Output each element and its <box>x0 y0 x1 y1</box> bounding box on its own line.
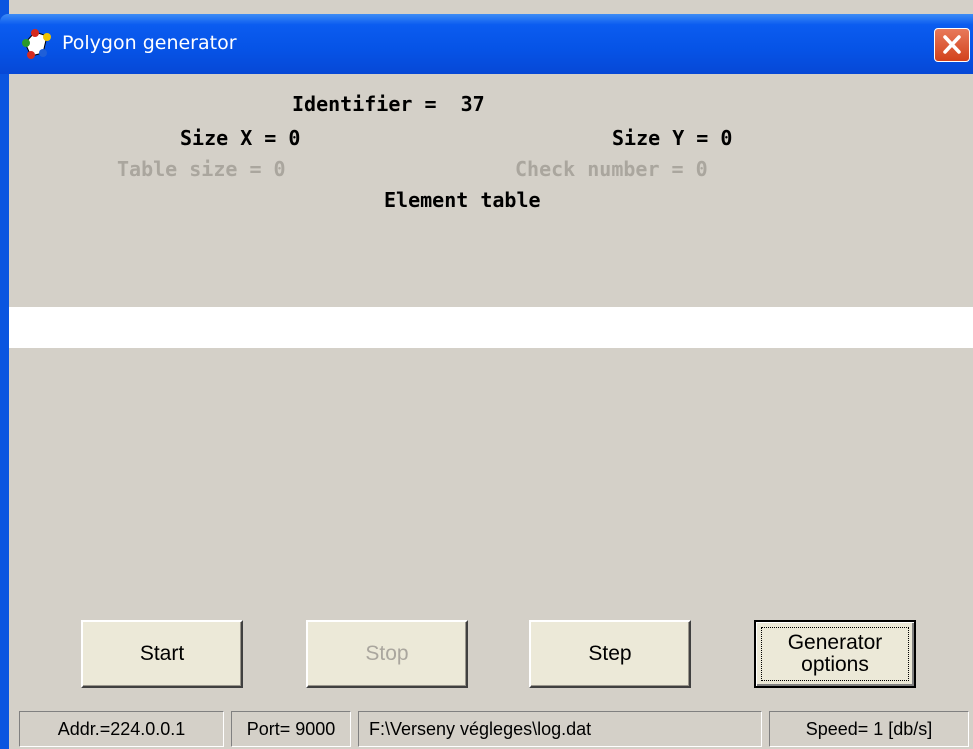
window-title: Polygon generator <box>62 32 237 54</box>
generator-options-button-label: Generator options <box>787 631 883 676</box>
step-button[interactable]: Step <box>529 620 691 688</box>
step-button-label: Step <box>588 642 632 665</box>
status-address: Addr.=224.0.0.1 <box>19 711 224 747</box>
polygon-app-icon <box>22 29 52 59</box>
stop-button-label: Stop <box>365 642 409 665</box>
status-bar: Addr.=224.0.0.1 Port= 9000 F:\Verseny vé… <box>9 707 973 749</box>
stop-button[interactable]: Stop <box>306 620 468 688</box>
size-y-label: Size Y = 0 <box>612 126 733 150</box>
status-file: F:\Verseny végleges\log.dat <box>358 711 762 747</box>
generator-options-button[interactable]: Generator options <box>754 620 916 688</box>
status-port: Port= 9000 <box>231 711 351 747</box>
start-button-label: Start <box>139 642 185 665</box>
close-icon[interactable] <box>934 28 970 62</box>
element-table-area[interactable] <box>9 307 973 348</box>
window-frame-left <box>0 0 9 749</box>
size-x-label: Size X = 0 <box>180 126 301 150</box>
title-bar[interactable]: Polygon generator <box>0 14 973 74</box>
element-table-label: Element table <box>384 188 541 212</box>
check-number-label: Check number = 0 <box>515 157 708 181</box>
identifier-label: Identifier = 37 <box>292 92 485 116</box>
start-button[interactable]: Start <box>81 620 243 688</box>
status-speed: Speed= 1 [db/s] <box>769 711 969 747</box>
app-window: Polygon generator Identifier = 37 Size X… <box>0 0 973 749</box>
table-size-label: Table size = 0 <box>117 157 286 181</box>
